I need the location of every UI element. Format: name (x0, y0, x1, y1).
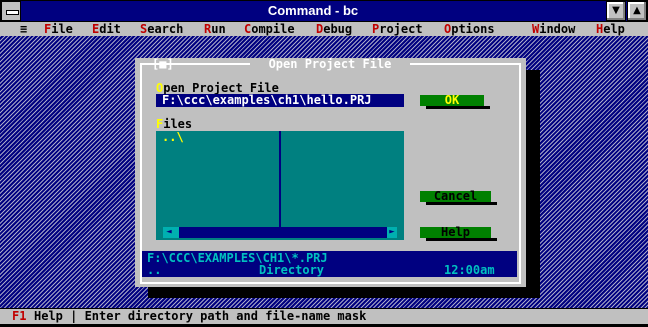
cancel-button[interactable]: Cancel (420, 190, 491, 202)
menu-compile[interactable]: Compile (244, 22, 295, 36)
status-f1-key[interactable]: F1 (12, 310, 26, 323)
info-file-name: .. (147, 263, 162, 277)
status-hint: Help | Enter directory path and file-nam… (34, 309, 367, 323)
menu-file[interactable]: File (44, 22, 73, 36)
project-path-input[interactable]: F:\ccc\examples\ch1\hello.PRJ (156, 94, 404, 107)
system-menu-box[interactable] (1, 1, 21, 21)
menu-debug[interactable]: Debug (316, 22, 352, 36)
menu-edit[interactable]: Edit (92, 22, 121, 36)
info-file-type: Directory (259, 263, 325, 277)
info-file-time: 12:00am (444, 263, 495, 277)
menu-options[interactable]: Options (444, 22, 495, 36)
ok-button[interactable]: OK (420, 94, 484, 106)
files-scrollbar[interactable] (163, 227, 397, 238)
close-icon: [■] (152, 57, 174, 71)
menu-search[interactable]: Search (140, 22, 183, 36)
scroll-right-arrow-icon[interactable]: ► (387, 227, 397, 238)
files-label: Files (156, 117, 193, 131)
scroll-left-arrow-icon[interactable]: ◄ (163, 227, 175, 238)
maximize-button[interactable]: ▲ (627, 1, 647, 21)
list-item[interactable]: ..\ (162, 131, 184, 143)
system-menu-icon[interactable]: ≡ (20, 22, 27, 36)
menu-help[interactable]: Help (596, 22, 625, 36)
menu-window[interactable]: Window (532, 22, 575, 36)
dialog-close-button[interactable]: [■] (152, 58, 174, 70)
minimize-button[interactable]: ▼ (606, 1, 626, 21)
menu-project[interactable]: Project (372, 22, 423, 36)
files-column-divider (279, 131, 281, 227)
help-button[interactable]: Help (420, 226, 491, 238)
menu-run[interactable]: Run (204, 22, 226, 36)
scroll-thumb[interactable] (175, 227, 179, 238)
dialog-title: Open Project File (250, 58, 410, 70)
window-title: Command - bc (267, 3, 359, 18)
